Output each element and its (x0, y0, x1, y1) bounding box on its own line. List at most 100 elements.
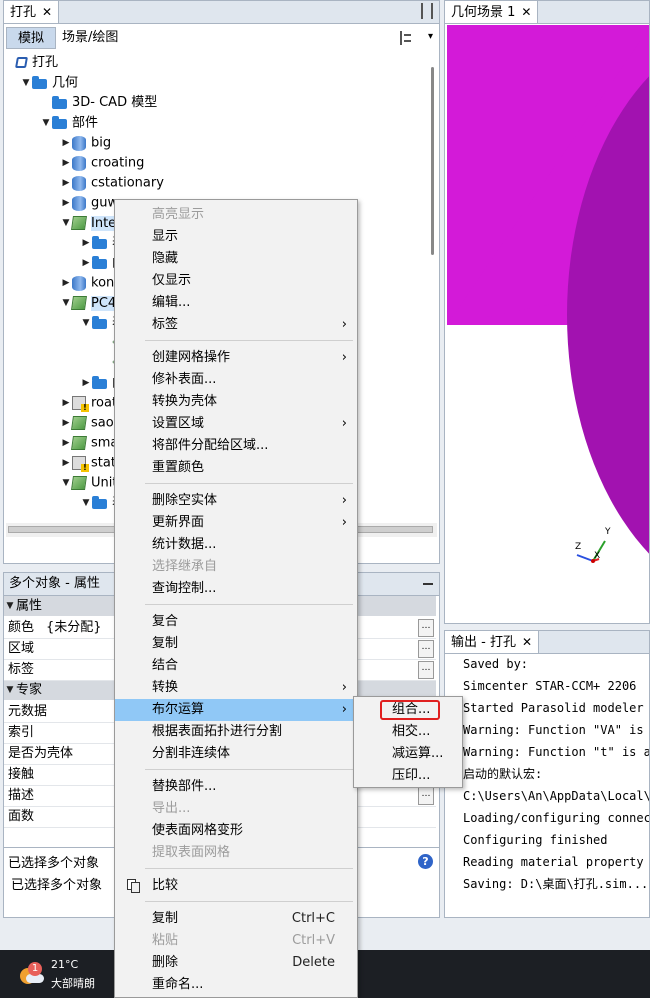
tree-item[interactable]: ▼ 几何 (20, 73, 78, 93)
output-line: Started Parasolid modeler v (463, 701, 650, 715)
menu-item[interactable]: 查询控制... (115, 578, 357, 600)
menu-item[interactable]: 创建网格操作 › (115, 347, 357, 369)
collapse-icon[interactable]: ▼ (60, 293, 72, 313)
minimize-icon[interactable] (423, 583, 433, 585)
collapse-icon[interactable]: ▼ (60, 213, 72, 233)
menu-item[interactable]: 编辑... (115, 292, 357, 314)
expand-icon[interactable]: ▶ (60, 393, 72, 413)
menu-item[interactable]: 比较 (115, 875, 357, 897)
menu-item[interactable]: 删除 Delete (115, 952, 357, 974)
chevron-down-icon[interactable]: ▾ (428, 31, 433, 42)
tree-item[interactable]: 3D- CAD 模型 (40, 93, 157, 113)
tree-item[interactable]: 打孔 (4, 53, 58, 73)
ellipsis-button[interactable]: … (418, 661, 434, 679)
expand-icon[interactable]: ▶ (60, 273, 72, 293)
expand-icon[interactable]: ▶ (60, 133, 72, 153)
tree-item[interactable]: ▼ 部件 (40, 113, 98, 133)
menu-item[interactable]: 标签 › (115, 314, 357, 336)
collapse-icon[interactable]: ▼ (20, 73, 32, 93)
tree-vertical-scrollbar[interactable] (428, 57, 437, 517)
menu-item[interactable]: 设置区域 › (115, 413, 357, 435)
expand-icon[interactable]: ▶ (60, 413, 72, 433)
menu-item[interactable]: 统计数据... (115, 534, 357, 556)
chevron-right-icon: › (341, 350, 347, 365)
ellipsis-button[interactable]: … (418, 640, 434, 658)
menu-item[interactable]: 根据表面拓扑进行分割 (115, 721, 357, 743)
menu-item[interactable]: 隐藏 (115, 248, 357, 270)
expand-icon[interactable]: ▶ (60, 453, 72, 473)
collapse-icon[interactable]: ▼ (80, 313, 92, 333)
menu-item-shortcut: Ctrl+V (292, 933, 335, 948)
menu-item[interactable]: 布尔运算 › (115, 699, 357, 721)
expand-icon[interactable]: ▶ (80, 373, 92, 393)
menu-item[interactable]: 复制 Ctrl+C (115, 908, 357, 930)
menu-item[interactable]: 使表面网格变形 (115, 820, 357, 842)
menu-item[interactable]: 仅显示 (115, 270, 357, 292)
submenu-item[interactable]: 组合... (354, 699, 462, 721)
menu-item[interactable]: 复制 (115, 633, 357, 655)
submenu-item[interactable]: 减运算... (354, 743, 462, 765)
submenu-item[interactable]: 压印... (354, 765, 462, 787)
chevron-right-icon: › (341, 493, 347, 508)
expand-icon[interactable]: ▶ (80, 253, 92, 273)
tree-item[interactable]: ▶roat (60, 393, 117, 413)
menu-item[interactable]: 结合 (115, 655, 357, 677)
menu-item[interactable]: 将部件分配给区域... (115, 435, 357, 457)
cylinder-part-icon (72, 175, 86, 191)
help-icon[interactable]: ? (418, 854, 433, 869)
tab-geometry-scene[interactable]: 几何场景 1 ✕ (445, 1, 539, 23)
window-menu-icon[interactable] (421, 3, 433, 19)
collapse-icon[interactable]: ▼ (80, 493, 92, 513)
property-value[interactable]: {未分配} (46, 617, 102, 638)
cylinder-part-icon (72, 195, 86, 211)
subtab-simulation[interactable]: 模拟 (6, 27, 56, 49)
menu-item[interactable]: 分割非连续体 (115, 743, 357, 765)
menu-item[interactable]: 替换部件... (115, 776, 357, 798)
menu-item[interactable]: 转换 › (115, 677, 357, 699)
close-icon[interactable]: ✕ (42, 5, 52, 19)
subtab-scenes-plots[interactable]: 场景/绘图 (62, 27, 118, 49)
collapse-icon[interactable]: ▼ (4, 680, 16, 700)
submenu-item[interactable]: 相交... (354, 721, 462, 743)
collapse-icon[interactable]: ▼ (60, 473, 72, 493)
tree-item[interactable]: ▶ croating (60, 153, 144, 173)
expand-icon[interactable]: ▶ (60, 153, 72, 173)
menu-item[interactable]: 复合 (115, 611, 357, 633)
menu-item-label: 显示 (152, 229, 179, 244)
tree-item[interactable]: ▶ saov (60, 413, 122, 433)
tree-item[interactable]: ▼ Unit (60, 473, 118, 493)
tree-item[interactable]: ▶ cstationary (60, 173, 164, 193)
menu-item[interactable]: 重置颜色 (115, 457, 357, 479)
tree-item[interactable]: ▶ guw (60, 193, 118, 213)
expand-icon[interactable]: ▶ (80, 233, 92, 253)
menu-item-label: 将部件分配给区域... (152, 438, 269, 453)
close-icon[interactable]: ✕ (522, 635, 532, 649)
close-icon[interactable]: ✕ (521, 5, 531, 19)
tab-output[interactable]: 输出 - 打孔 ✕ (445, 631, 540, 653)
expand-icon[interactable]: ▶ (60, 433, 72, 453)
properties-title: 多个对象 - 属性 (9, 576, 100, 591)
menu-item[interactable]: 重命名... (115, 974, 357, 996)
weather-icon[interactable]: 1 (20, 962, 44, 984)
tab-simulation[interactable]: 打孔 ✕ (4, 1, 60, 23)
property-name: 元数据 (8, 704, 48, 719)
expand-icon[interactable]: ▶ (60, 173, 72, 193)
menu-item[interactable]: 转换为壳体 (115, 391, 357, 413)
menu-item[interactable]: 更新界面 › (115, 512, 357, 534)
tree-item[interactable]: ▶ sma (60, 433, 119, 453)
menu-item[interactable]: 修补表面... (115, 369, 357, 391)
menu-item[interactable]: 删除空实体 › (115, 490, 357, 512)
tree-item[interactable]: ▶stati (60, 453, 120, 473)
scene-viewport[interactable]: Y Z X (447, 25, 649, 623)
expand-icon[interactable]: ▶ (60, 193, 72, 213)
ellipsis-button[interactable]: … (418, 619, 434, 637)
tree-item[interactable]: ▶ big (60, 133, 111, 153)
menu-item[interactable]: 显示 (115, 226, 357, 248)
tree-item[interactable]: ▼ Inter (60, 213, 122, 233)
collapse-icon[interactable]: ▼ (4, 596, 16, 616)
menu-separator (145, 901, 353, 902)
menu-item-label: 结合 (152, 658, 179, 673)
collapse-icon[interactable]: ▼ (40, 113, 52, 133)
ellipsis-button[interactable]: … (418, 787, 434, 805)
tree-layout-icon[interactable] (400, 31, 413, 45)
